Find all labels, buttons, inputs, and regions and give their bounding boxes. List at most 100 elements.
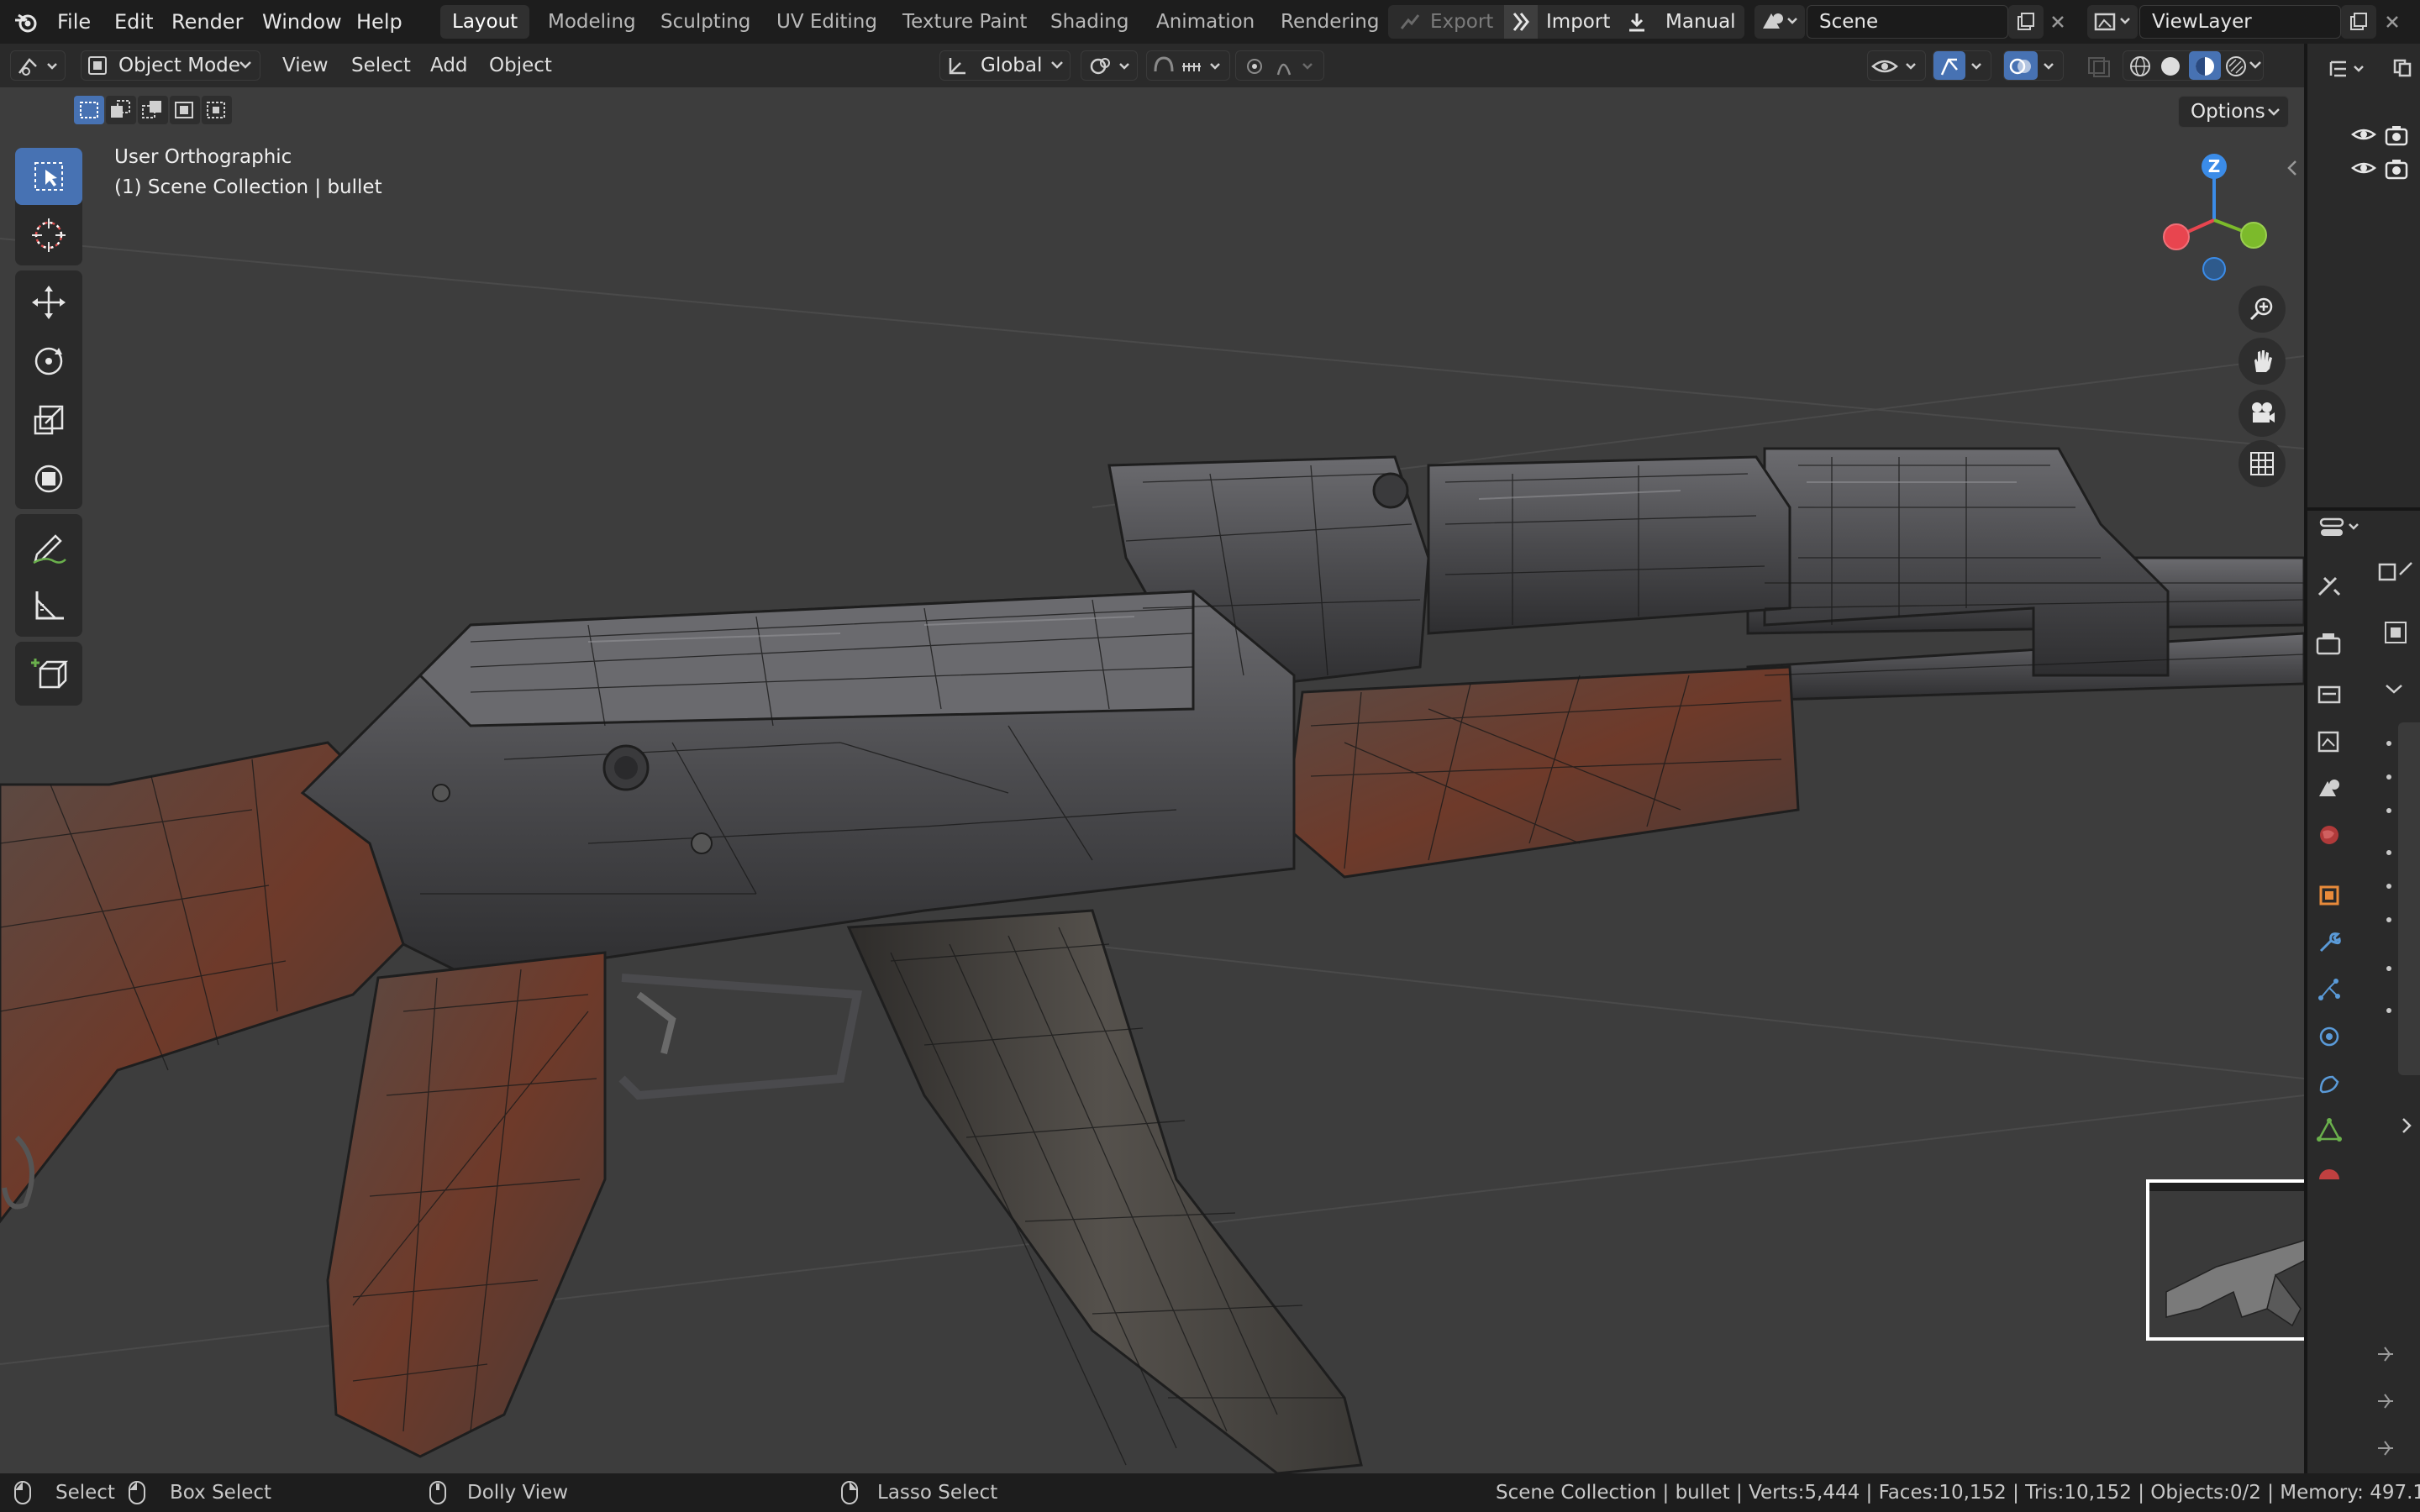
sidebar-toggle-icon[interactable] <box>2286 158 2299 178</box>
scale-tool[interactable] <box>15 391 82 449</box>
keyframe-icon[interactable] <box>2373 1344 2398 1364</box>
pin-icon[interactable] <box>2375 558 2415 588</box>
select-subtract-icon[interactable] <box>138 96 168 124</box>
select-box-icon <box>34 162 63 191</box>
visibility-dropdown[interactable] <box>1867 50 1926 81</box>
tab-texture-paint[interactable]: Texture Paint <box>891 5 1039 39</box>
export-button[interactable]: Export <box>1430 5 1493 39</box>
transform-orientation-dropdown[interactable]: Global <box>939 50 1071 81</box>
blender-logo-icon[interactable] <box>13 10 39 35</box>
select-new-icon[interactable] <box>74 96 104 124</box>
filter-icon[interactable] <box>2391 55 2420 82</box>
properties-editor-type-dropdown[interactable] <box>2316 511 2370 544</box>
import-button[interactable]: Import <box>1546 5 1610 39</box>
gizmo-icon <box>1940 58 1981 76</box>
download-icon <box>1625 10 1649 34</box>
tab-shading[interactable]: Shading <box>1039 5 1140 39</box>
close-viewlayer-icon[interactable] <box>2380 8 2405 35</box>
visibility-eye-icon[interactable] <box>2351 124 2376 144</box>
world-tab-icon[interactable] <box>2312 820 2346 850</box>
add-cube-tool[interactable] <box>15 645 82 702</box>
proportional-editing-dropdown[interactable] <box>1235 50 1324 81</box>
solid-shading-icon[interactable] <box>2157 53 2184 80</box>
zoom-button[interactable] <box>2238 286 2286 333</box>
material-preview-icon[interactable] <box>2191 53 2218 80</box>
scene-selector-icon[interactable] <box>1754 5 1805 39</box>
chevron-right-icon[interactable] <box>2398 1116 2415 1136</box>
new-scene-icon[interactable] <box>2008 5 2044 39</box>
overlays-dropdown[interactable] <box>2003 50 2064 81</box>
options-dropdown[interactable]: Options <box>2178 96 2289 128</box>
rotate-tool[interactable] <box>15 333 82 390</box>
menu-select[interactable]: Select <box>351 44 411 87</box>
axis-z-label: Z <box>2207 156 2221 176</box>
constraints-tab-icon[interactable] <box>2312 1068 2346 1099</box>
annotate-tool[interactable] <box>15 517 82 575</box>
status-box-select-hint: Box Select <box>170 1482 272 1504</box>
gizmo-dropdown[interactable] <box>1933 50 1991 81</box>
render-tab-icon[interactable] <box>2312 630 2346 660</box>
visibility-eye-icon[interactable] <box>2351 158 2376 178</box>
select-extend-icon[interactable] <box>106 96 136 124</box>
keyframe-icon[interactable] <box>2373 1391 2398 1411</box>
menu-file[interactable]: File <box>57 0 91 44</box>
scene-tab-icon[interactable] <box>2312 773 2346 803</box>
manual-button[interactable]: Manual <box>1665 5 1736 39</box>
cursor-tool[interactable] <box>15 207 82 264</box>
measure-tool[interactable] <box>15 576 82 633</box>
xray-toggle-icon[interactable] <box>2084 54 2114 79</box>
properties-content-area[interactable] <box>2365 554 2420 1473</box>
data-tab-icon[interactable] <box>2312 1116 2346 1146</box>
editor-type-dropdown[interactable] <box>10 50 66 81</box>
tab-sculpting[interactable]: Sculpting <box>649 5 762 39</box>
close-scene-icon[interactable] <box>2045 8 2070 35</box>
view-layer-tab-icon[interactable] <box>2312 727 2346 758</box>
physics-tab-icon[interactable] <box>2312 1021 2346 1052</box>
particles-tab-icon[interactable] <box>2312 974 2346 1005</box>
property-field-column[interactable] <box>2398 722 2420 1075</box>
menu-view[interactable]: View <box>282 44 329 87</box>
render-preview-thumbnail[interactable] <box>2146 1179 2304 1341</box>
modifier-tab-icon[interactable] <box>2312 927 2346 958</box>
snapping-dropdown[interactable] <box>1146 50 1230 81</box>
select-intersect-icon[interactable] <box>202 96 232 124</box>
scene-name-field[interactable]: Scene <box>1807 5 2008 39</box>
menu-object[interactable]: Object <box>489 44 552 87</box>
tab-modeling[interactable]: Modeling <box>536 5 648 39</box>
rendered-shading-icon[interactable] <box>2223 53 2249 80</box>
select-invert-icon[interactable] <box>170 96 200 124</box>
3d-viewport[interactable]: User Orthographic (1) Scene Collection |… <box>0 87 2304 1473</box>
ortho-toggle-button[interactable] <box>2238 440 2286 487</box>
transform-tool[interactable] <box>15 450 82 507</box>
viewlayer-selector-icon[interactable] <box>2087 5 2138 39</box>
menu-edit[interactable]: Edit <box>114 0 153 44</box>
camera-view-button[interactable] <box>2238 390 2286 437</box>
keyframe-icon[interactable] <box>2373 1438 2398 1458</box>
render-camera-icon[interactable] <box>2385 158 2408 180</box>
object-tab-icon[interactable] <box>2312 880 2346 911</box>
menu-help[interactable]: Help <box>356 0 402 44</box>
pivot-point-dropdown[interactable] <box>1081 50 1138 81</box>
tab-layout[interactable]: Layout <box>440 5 530 39</box>
render-camera-icon[interactable] <box>2385 124 2408 146</box>
select-box-tool[interactable] <box>15 148 82 205</box>
viewlayer-name-field[interactable]: ViewLayer <box>2139 5 2341 39</box>
move-tool[interactable] <box>15 274 82 331</box>
new-viewlayer-icon[interactable] <box>2341 5 2376 39</box>
menu-window[interactable]: Window <box>262 0 342 44</box>
output-tab-icon[interactable] <box>2312 679 2346 709</box>
tab-animation[interactable]: Animation <box>1144 5 1266 39</box>
material-tab-icon[interactable] <box>2312 1163 2346 1179</box>
chevron-down-icon[interactable] <box>2381 680 2407 697</box>
status-select-hint: Select <box>55 1482 115 1504</box>
pan-button[interactable] <box>2238 338 2286 385</box>
tool-tab-icon[interactable] <box>2312 571 2346 601</box>
mode-dropdown[interactable]: Object Mode <box>81 50 260 81</box>
rifle-model[interactable] <box>0 87 2304 1473</box>
outliner-display-mode-dropdown[interactable] <box>2324 54 2375 84</box>
tab-rendering[interactable]: Rendering <box>1269 5 1391 39</box>
tab-uv-editing[interactable]: UV Editing <box>765 5 889 39</box>
menu-render[interactable]: Render <box>171 0 243 44</box>
wireframe-shading-icon[interactable] <box>2127 53 2154 80</box>
menu-add[interactable]: Add <box>430 44 468 87</box>
